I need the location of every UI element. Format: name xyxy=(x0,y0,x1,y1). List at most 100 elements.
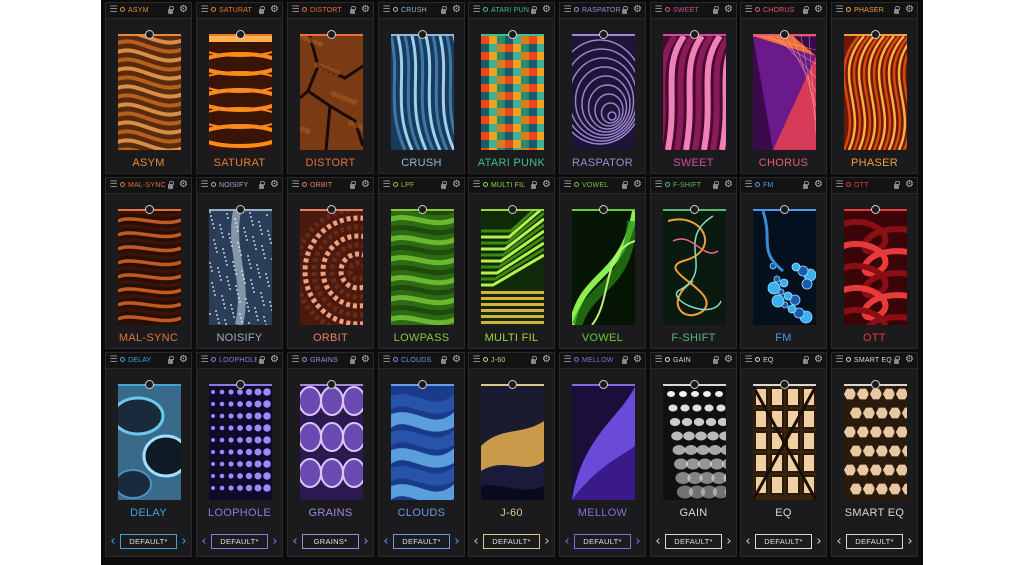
lock-icon[interactable] xyxy=(892,180,901,190)
knob-handle[interactable] xyxy=(690,30,699,39)
menu-icon[interactable]: ☰ xyxy=(472,355,481,365)
power-icon[interactable] xyxy=(483,7,488,12)
gear-icon[interactable]: ⚙ xyxy=(723,179,734,191)
preset-name[interactable]: DEFAULT* xyxy=(665,534,722,549)
gear-icon[interactable]: ⚙ xyxy=(360,4,371,16)
lock-icon[interactable] xyxy=(257,180,266,190)
power-icon[interactable] xyxy=(574,357,579,362)
menu-icon[interactable]: ☰ xyxy=(109,355,118,365)
knob-handle[interactable] xyxy=(690,380,699,389)
gear-icon[interactable]: ⚙ xyxy=(904,354,915,366)
menu-icon[interactable]: ☰ xyxy=(654,180,663,190)
lock-icon[interactable] xyxy=(348,5,357,15)
power-icon[interactable] xyxy=(483,182,488,187)
knob-handle[interactable] xyxy=(236,380,245,389)
power-icon[interactable] xyxy=(393,182,398,187)
preset-name[interactable]: DEFAULT* xyxy=(574,534,631,549)
module-artwork[interactable] xyxy=(663,36,726,150)
chevron-right-icon[interactable]: › xyxy=(542,533,552,551)
gear-icon[interactable]: ⚙ xyxy=(904,4,915,16)
power-icon[interactable] xyxy=(120,182,125,187)
knob-handle[interactable] xyxy=(418,205,427,214)
chevron-left-icon[interactable]: ‹ xyxy=(653,533,663,551)
power-icon[interactable] xyxy=(846,182,851,187)
power-icon[interactable] xyxy=(755,357,760,362)
menu-icon[interactable]: ☰ xyxy=(654,355,663,365)
gear-icon[interactable]: ⚙ xyxy=(541,354,552,366)
power-icon[interactable] xyxy=(211,357,216,362)
chevron-right-icon[interactable]: › xyxy=(724,533,734,551)
knob-handle[interactable] xyxy=(327,205,336,214)
lock-icon[interactable] xyxy=(892,355,901,365)
module-artwork[interactable] xyxy=(118,211,181,325)
menu-icon[interactable]: ☰ xyxy=(200,355,209,365)
module-artwork[interactable] xyxy=(572,386,635,500)
module-artwork[interactable] xyxy=(844,36,907,150)
lock-icon[interactable] xyxy=(529,355,538,365)
chevron-left-icon[interactable]: ‹ xyxy=(290,533,300,551)
knob-handle[interactable] xyxy=(871,30,880,39)
gear-icon[interactable]: ⚙ xyxy=(904,179,915,191)
power-icon[interactable] xyxy=(120,357,125,362)
lock-icon[interactable] xyxy=(529,180,538,190)
lock-icon[interactable] xyxy=(801,180,810,190)
gear-icon[interactable]: ⚙ xyxy=(269,354,280,366)
module-artwork[interactable] xyxy=(391,386,454,500)
lock-icon[interactable] xyxy=(801,355,810,365)
preset-name[interactable]: GRAINS* xyxy=(302,534,359,549)
lock-icon[interactable] xyxy=(529,5,538,15)
module-artwork[interactable] xyxy=(663,211,726,325)
module-artwork[interactable] xyxy=(209,211,272,325)
menu-icon[interactable]: ☰ xyxy=(744,355,753,365)
knob-handle[interactable] xyxy=(145,30,154,39)
gear-icon[interactable]: ⚙ xyxy=(269,179,280,191)
knob-handle[interactable] xyxy=(508,380,517,389)
lock-icon[interactable] xyxy=(620,5,629,15)
menu-icon[interactable]: ☰ xyxy=(835,355,844,365)
module-artwork[interactable] xyxy=(572,211,635,325)
lock-icon[interactable] xyxy=(257,5,266,15)
module-artwork[interactable] xyxy=(753,386,816,500)
menu-icon[interactable]: ☰ xyxy=(200,180,209,190)
power-icon[interactable] xyxy=(755,182,760,187)
menu-icon[interactable]: ☰ xyxy=(109,180,118,190)
lock-icon[interactable] xyxy=(166,180,175,190)
knob-handle[interactable] xyxy=(599,205,608,214)
menu-icon[interactable]: ☰ xyxy=(382,355,391,365)
chevron-left-icon[interactable]: ‹ xyxy=(834,533,844,551)
chevron-right-icon[interactable]: › xyxy=(452,533,462,551)
knob-handle[interactable] xyxy=(508,205,517,214)
knob-handle[interactable] xyxy=(236,205,245,214)
lock-icon[interactable] xyxy=(711,180,720,190)
lock-icon[interactable] xyxy=(439,180,448,190)
menu-icon[interactable]: ☰ xyxy=(472,5,481,15)
module-artwork[interactable] xyxy=(118,36,181,150)
menu-icon[interactable]: ☰ xyxy=(382,180,391,190)
module-artwork[interactable] xyxy=(300,386,363,500)
power-icon[interactable] xyxy=(211,182,216,187)
gear-icon[interactable]: ⚙ xyxy=(269,4,280,16)
power-icon[interactable] xyxy=(755,7,760,12)
gear-icon[interactable]: ⚙ xyxy=(360,179,371,191)
gear-icon[interactable]: ⚙ xyxy=(723,4,734,16)
lock-icon[interactable] xyxy=(439,355,448,365)
power-icon[interactable] xyxy=(665,7,670,12)
lock-icon[interactable] xyxy=(620,180,629,190)
menu-icon[interactable]: ☰ xyxy=(109,5,118,15)
knob-handle[interactable] xyxy=(508,30,517,39)
module-artwork[interactable] xyxy=(663,386,726,500)
menu-icon[interactable]: ☰ xyxy=(291,180,300,190)
knob-handle[interactable] xyxy=(871,380,880,389)
preset-name[interactable]: DEFAULT* xyxy=(393,534,450,549)
preset-name[interactable]: DEFAULT* xyxy=(755,534,812,549)
power-icon[interactable] xyxy=(846,357,851,362)
menu-icon[interactable]: ☰ xyxy=(744,180,753,190)
gear-icon[interactable]: ⚙ xyxy=(178,4,189,16)
power-icon[interactable] xyxy=(846,7,851,12)
knob-handle[interactable] xyxy=(780,205,789,214)
chevron-left-icon[interactable]: ‹ xyxy=(381,533,391,551)
power-icon[interactable] xyxy=(665,357,670,362)
module-artwork[interactable] xyxy=(753,211,816,325)
menu-icon[interactable]: ☰ xyxy=(200,5,209,15)
gear-icon[interactable]: ⚙ xyxy=(360,354,371,366)
